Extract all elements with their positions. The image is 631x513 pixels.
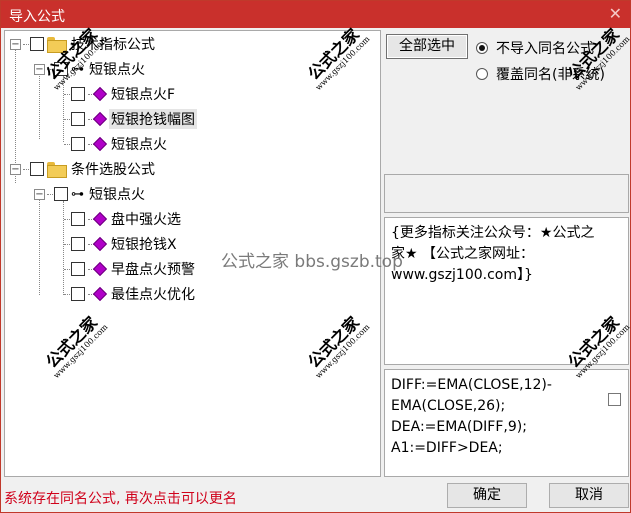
folder-icon — [47, 37, 67, 53]
tree-node-screening-formulas[interactable]: − 条件选股公式 — [10, 158, 157, 180]
radio-skip-duplicates[interactable]: 不导入同名公式 — [476, 38, 594, 58]
tree-node-indicator-formulas[interactable]: − 技术指标公式 — [10, 33, 157, 55]
tree-node-checkbox[interactable] — [54, 62, 68, 76]
formula-code: DIFF:=EMA(CLOSE,12)-EMA(CLOSE,26); DEA:=… — [391, 377, 552, 456]
radio-selected-icon[interactable] — [476, 42, 488, 54]
radio-overwrite-duplicates[interactable]: 覆盖同名(非系统) — [476, 64, 605, 84]
tree-node-checkbox[interactable] — [30, 37, 44, 51]
collapse-icon[interactable]: − — [34, 63, 45, 75]
tree-leaf[interactable]: 最佳点火优化 — [64, 283, 197, 305]
tree-leaf-checkbox[interactable] — [71, 212, 85, 226]
formula-diamond-icon — [92, 236, 108, 252]
tree-leaf-label: 短银点火 — [111, 137, 167, 153]
tree-leaf-checkbox[interactable] — [71, 87, 85, 101]
tree-leaf-label: 最佳点火优化 — [111, 287, 195, 303]
formula-diamond-icon — [92, 86, 108, 102]
formula-diamond-icon — [92, 261, 108, 277]
folder-icon — [47, 162, 67, 178]
tree-leaf[interactable]: 盘中强火选 — [64, 208, 183, 230]
tree-leaf[interactable]: 短银点火F — [64, 83, 177, 105]
formula-diamond-icon — [92, 136, 108, 152]
tree-leaf-label: 短银抢钱幅图 — [109, 109, 197, 129]
tree-node-label: 短银点火 — [89, 187, 145, 203]
select-all-button[interactable]: 全部选中 — [386, 34, 468, 59]
dialog-title: 导入公式 — [9, 9, 65, 25]
key-icon: ⊶ — [71, 186, 84, 202]
tree-leaf-checkbox[interactable] — [71, 112, 85, 126]
radio-unselected-icon[interactable] — [476, 68, 488, 80]
formula-diamond-icon — [92, 286, 108, 302]
tree-node-checkbox[interactable] — [54, 187, 68, 201]
tree-leaf[interactable]: 短银抢钱幅图 — [64, 108, 197, 130]
close-icon[interactable]: ✕ — [609, 4, 622, 23]
tree-node-checkbox[interactable] — [30, 162, 44, 176]
tree-node-formula-group[interactable]: − ⊶ 短银点火 — [34, 58, 147, 80]
ok-button[interactable]: 确定 — [447, 483, 527, 508]
tree-node-label: 条件选股公式 — [71, 162, 155, 178]
import-formula-dialog: 导入公式 ✕ − 技术指标公式 − ⊶ 短银点火 短银点火F 短银抢钱幅图 短银… — [0, 0, 631, 513]
tree-leaf-label: 盘中强火选 — [111, 212, 181, 228]
tree-leaf-checkbox[interactable] — [71, 262, 85, 276]
code-checkbox[interactable] — [608, 393, 621, 406]
radio-label: 覆盖同名(非系统) — [496, 67, 605, 83]
tree-node-label: 短银点火 — [89, 62, 145, 78]
tree-leaf[interactable]: 短银抢钱X — [64, 233, 179, 255]
code-box[interactable]: DIFF:=EMA(CLOSE,12)-EMA(CLOSE,26); DEA:=… — [384, 369, 629, 477]
tree-leaf-label: 短银抢钱X — [111, 237, 177, 253]
tree-node-label: 技术指标公式 — [71, 37, 155, 53]
tree-leaf-label: 短银点火F — [111, 87, 176, 103]
collapse-icon[interactable]: − — [10, 163, 21, 175]
tree-leaf-checkbox[interactable] — [71, 137, 85, 151]
info-box — [384, 174, 629, 213]
tree-leaf-label: 早盘点火预警 — [111, 262, 195, 278]
tree-leaf-checkbox[interactable] — [71, 237, 85, 251]
cancel-button[interactable]: 取消 — [549, 483, 629, 508]
status-message: 系统存在同名公式, 再次点击可以更名 — [4, 491, 237, 507]
tree-leaf-checkbox[interactable] — [71, 287, 85, 301]
formula-diamond-icon — [92, 211, 108, 227]
tree-leaf[interactable]: 短银点火 — [64, 133, 169, 155]
formula-diamond-icon — [92, 111, 108, 127]
radio-label: 不导入同名公式 — [496, 41, 594, 57]
tree-leaf[interactable]: 早盘点火预警 — [64, 258, 197, 280]
title-bar: 导入公式 ✕ — [1, 1, 630, 28]
collapse-icon[interactable]: − — [34, 188, 45, 200]
key-icon: ⊶ — [71, 61, 84, 77]
formula-tree[interactable]: − 技术指标公式 − ⊶ 短银点火 短银点火F 短银抢钱幅图 短银点火 − 条件… — [4, 30, 381, 477]
description-text: {更多指标关注公众号：★公式之家★ 【公式之家网址：www.gszj100.co… — [391, 225, 595, 283]
collapse-icon[interactable]: − — [10, 38, 21, 50]
description-box[interactable]: {更多指标关注公众号：★公式之家★ 【公式之家网址：www.gszj100.co… — [384, 217, 629, 365]
tree-node-formula-group[interactable]: − ⊶ 短银点火 — [34, 183, 147, 205]
